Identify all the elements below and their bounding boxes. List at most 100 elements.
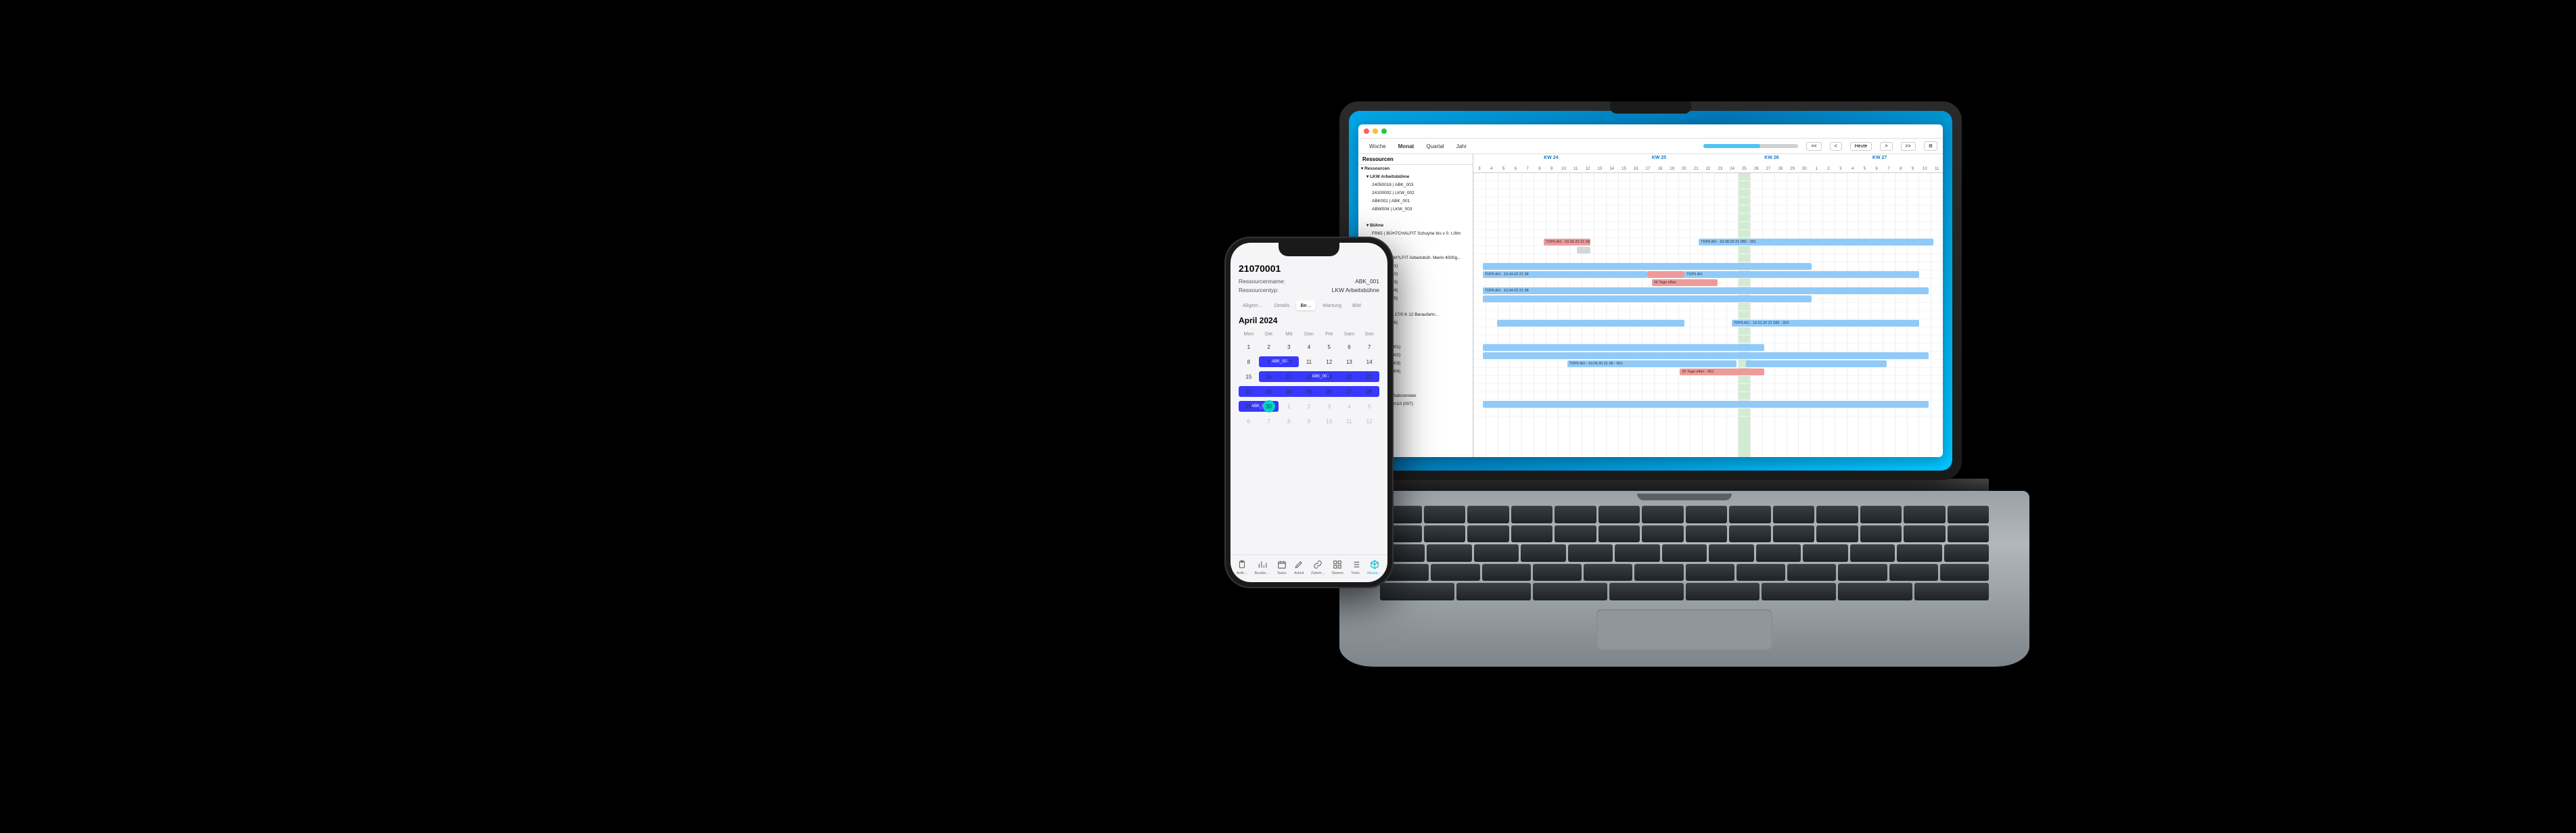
bottom-nav-item[interactable]: Stamm	[1332, 559, 1343, 575]
calendar-day[interactable]: 6	[1339, 344, 1360, 350]
maximize-icon[interactable]	[1381, 128, 1387, 134]
calendar-day[interactable]: 18	[1299, 374, 1319, 380]
tree-row[interactable]	[1358, 214, 1473, 222]
close-icon[interactable]	[1364, 128, 1369, 134]
calendar-day[interactable]: 3	[1319, 404, 1339, 410]
gantt-body[interactable]: TDP6 AO - 10.06.20 21 08 TDP6 AO - 10.08.…	[1473, 173, 1943, 457]
gantt-bar[interactable]: TDP6 AO - 10.06.20 21 08	[1544, 239, 1590, 245]
calendar-day[interactable]: 2	[1299, 404, 1319, 410]
gantt-bar[interactable]	[1483, 263, 1812, 270]
nav-next-fast-button[interactable]: >>	[1901, 142, 1916, 151]
bottom-nav-item[interactable]: Bestän…	[1254, 559, 1270, 575]
calendar-day[interactable]: 19	[1319, 374, 1339, 380]
bottom-nav-item[interactable]: Resso…	[1367, 559, 1381, 575]
nav-prev-button[interactable]: <	[1830, 142, 1842, 151]
gantt-row[interactable]	[1473, 384, 1943, 392]
gantt-row[interactable]: TDP6 AO - 10.04.20 21 08 TDP5 AO	[1473, 270, 1943, 279]
calendar-day[interactable]: 9	[1259, 359, 1279, 365]
gantt-bar[interactable]	[1483, 344, 1764, 351]
gantt-bar[interactable]: TDP6 AO - 10.08.20 21 082 - 001	[1699, 239, 1933, 245]
calendar-day[interactable]: 23	[1259, 389, 1279, 395]
calendar-day[interactable]: 11	[1299, 359, 1319, 365]
gantt-row[interactable]	[1473, 206, 1943, 214]
calendar-day[interactable]: 7	[1359, 344, 1379, 350]
view-tab-monat[interactable]: Monat	[1393, 142, 1420, 151]
bottom-nav-item[interactable]: Tools	[1350, 559, 1361, 575]
nav-today-button[interactable]: Heute	[1850, 142, 1872, 151]
gantt-bar[interactable]	[1483, 295, 1812, 302]
view-tab-quartal[interactable]: Quartal	[1421, 142, 1449, 151]
gantt-bar[interactable]: TDP6 AO - 10.04.20 21 08	[1483, 287, 1929, 294]
calendar-day[interactable]: 26	[1319, 389, 1339, 395]
calendar-day[interactable]: 8	[1279, 419, 1299, 425]
gantt-bar[interactable]: TDP6 AO - 10.04.20 21 08	[1483, 271, 1647, 278]
calendar-day[interactable]: 4	[1339, 404, 1360, 410]
bottom-nav-item[interactable]: Tasks	[1276, 559, 1287, 575]
tree-row[interactable]: ABK001 | ABK_001	[1358, 197, 1473, 206]
detail-tab[interactable]: Details	[1270, 300, 1293, 310]
zoom-slider[interactable]	[1703, 144, 1798, 148]
calendar-day[interactable]: 30	[1259, 404, 1279, 410]
calendar-day[interactable]: 14	[1359, 359, 1379, 365]
gantt-row[interactable]	[1473, 295, 1943, 303]
gantt-row[interactable]	[1473, 352, 1943, 360]
calendar-day[interactable]: 1	[1279, 404, 1299, 410]
tree-row[interactable]: ▾ Ressourcen	[1358, 165, 1473, 173]
calendar-day[interactable]: 7	[1259, 419, 1279, 425]
calendar-day[interactable]: 13	[1339, 359, 1360, 365]
calendar-day[interactable]: 10	[1319, 419, 1339, 425]
gantt-bar[interactable]	[1577, 247, 1591, 254]
gantt-row[interactable]	[1473, 246, 1943, 254]
gantt-row[interactable]	[1473, 173, 1943, 181]
calendar-day[interactable]: 10	[1279, 359, 1299, 365]
calendar-day[interactable]: 27	[1339, 389, 1360, 395]
tree-row[interactable]: ABW004 | LKW_003	[1358, 206, 1473, 214]
gantt-row[interactable]	[1473, 254, 1943, 262]
bottom-nav-item[interactable]: Zubeh…	[1311, 559, 1325, 575]
gantt-bar[interactable]	[1483, 401, 1929, 408]
gantt-bar[interactable]	[1746, 360, 1887, 367]
calendar-day[interactable]: 11	[1339, 419, 1360, 425]
calendar-day[interactable]: 5	[1359, 404, 1379, 410]
calendar-day[interactable]: 4	[1299, 344, 1319, 350]
calendar-day[interactable]: 9	[1299, 419, 1319, 425]
gantt-timeline[interactable]: KW 24KW 25KW 26KW 27 3456789101112131415…	[1473, 154, 1943, 457]
gantt-row[interactable]	[1473, 262, 1943, 270]
minimize-icon[interactable]	[1373, 128, 1378, 134]
gantt-row[interactable]	[1473, 311, 1943, 319]
calendar-day[interactable]: 5	[1319, 344, 1339, 350]
gantt-row[interactable]	[1473, 222, 1943, 230]
gantt-bar[interactable]: TDP6 AO - 10.06.20 21 08 - 001	[1567, 360, 1736, 367]
calendar-day[interactable]: 15	[1239, 374, 1259, 380]
settings-icon[interactable]: ⚙	[1924, 141, 1937, 151]
gantt-bar[interactable]: 26 Tage effan - 961	[1680, 368, 1764, 375]
calendar-day[interactable]: 28	[1359, 389, 1379, 395]
calendar-day[interactable]: 22	[1239, 389, 1259, 395]
view-tab-jahr[interactable]: Jahr	[1451, 142, 1473, 151]
gantt-row[interactable]: TDP6 AO - 10.06.20 21 08 TDP6 AO - 10.08.…	[1473, 238, 1943, 246]
gantt-row[interactable]	[1473, 392, 1943, 400]
gantt-row[interactable]	[1473, 181, 1943, 189]
gantt-bar[interactable]	[1497, 320, 1685, 327]
view-tab-woche[interactable]: Woche	[1364, 142, 1392, 151]
gantt-row[interactable]	[1473, 335, 1943, 343]
tree-row[interactable]: ▾ Bühne	[1358, 222, 1473, 230]
calendar-day[interactable]: 29	[1239, 404, 1259, 410]
gantt-row[interactable]: TDP6 AO - 10.06.20 21 08 - 001	[1473, 360, 1943, 368]
tree-row[interactable]: 24100002 | LKW_002	[1358, 189, 1473, 197]
gantt-bar[interactable]: 26 Tage effan	[1652, 279, 1718, 286]
calendar-day[interactable]: 17	[1279, 374, 1299, 380]
gantt-row[interactable]	[1473, 327, 1943, 335]
detail-tab[interactable]: Allgem…	[1239, 300, 1267, 310]
gantt-bar[interactable]	[1483, 352, 1929, 359]
gantt-bar[interactable]: TDP5 AO	[1684, 271, 1919, 278]
gantt-row[interactable]	[1473, 408, 1943, 416]
bottom-nav-item[interactable]: Auftr…	[1237, 559, 1248, 575]
gantt-row[interactable]	[1473, 343, 1943, 352]
gantt-row[interactable]: 26 Tage effan	[1473, 279, 1943, 287]
gantt-row[interactable]	[1473, 400, 1943, 408]
gantt-bar[interactable]: TDP6 AO - 10.01.20 21 082 - 001	[1732, 320, 1920, 327]
calendar-day[interactable]: 12	[1359, 419, 1379, 425]
gantt-row[interactable]	[1473, 214, 1943, 222]
calendar-day[interactable]: 25	[1299, 389, 1319, 395]
